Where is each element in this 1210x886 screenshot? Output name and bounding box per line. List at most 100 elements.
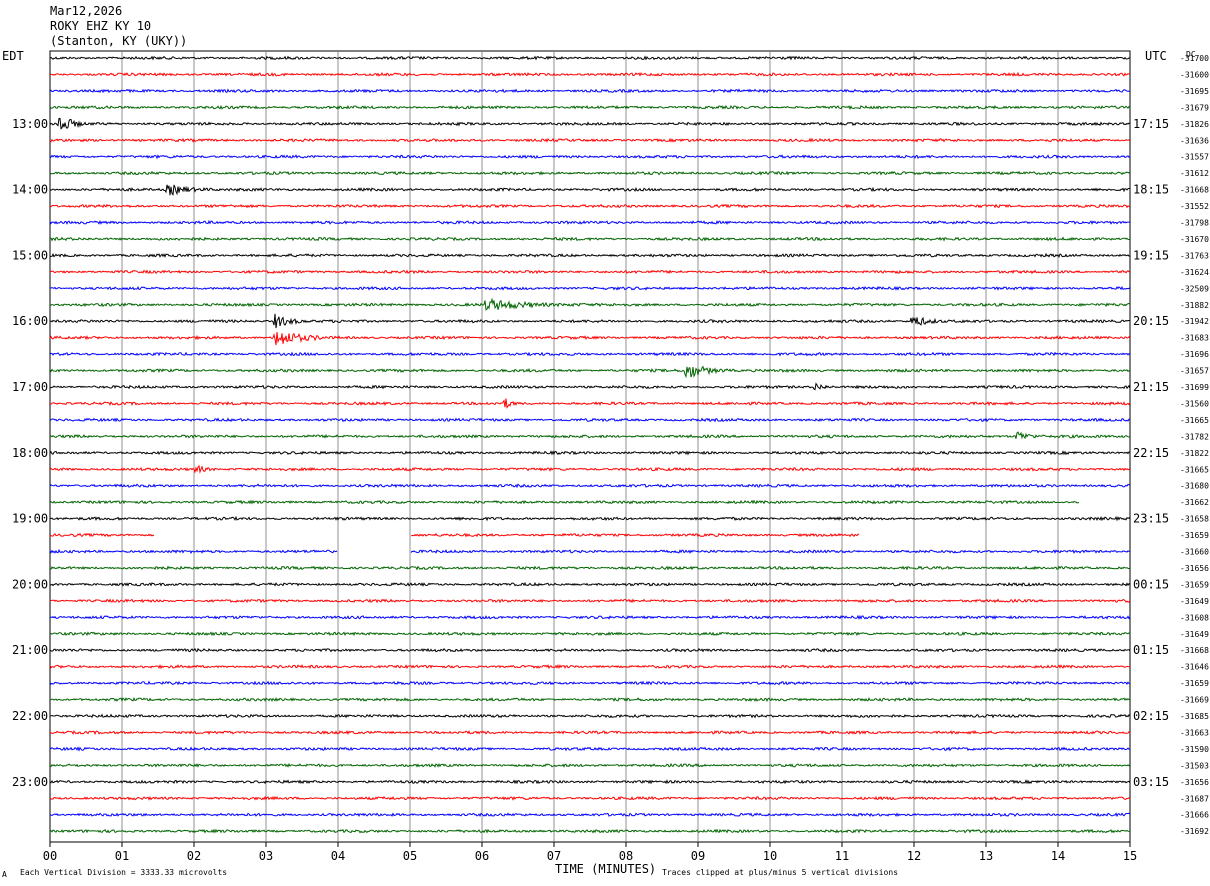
right-hour-label: 03:15 <box>1133 775 1169 789</box>
dc-offset-label: -31503 <box>1180 761 1209 770</box>
dc-offset-label: -31600 <box>1180 70 1209 79</box>
seismic-trace <box>49 71 1131 77</box>
dc-offset-label: -31826 <box>1180 120 1209 129</box>
seismic-trace <box>49 680 1131 686</box>
x-tick-label: 10 <box>763 849 777 863</box>
seismic-trace <box>49 184 1130 196</box>
dc-offset-label: -31699 <box>1180 383 1209 392</box>
seismic-trace <box>49 417 1131 423</box>
dc-offset-label: -31763 <box>1180 251 1209 260</box>
dc-offset-label: -31646 <box>1180 663 1209 672</box>
dc-offset-label: -31685 <box>1180 712 1209 721</box>
dc-offset-label: -31552 <box>1180 202 1209 211</box>
seismic-trace <box>49 713 1131 719</box>
seismic-trace <box>49 331 1131 346</box>
left-hour-label: 22:00 <box>12 709 48 723</box>
x-tick-label: 06 <box>475 849 489 863</box>
x-tick-label: 11 <box>835 849 849 863</box>
left-hour-label: 19:00 <box>12 512 48 526</box>
dc-offset-label: -31659 <box>1180 531 1209 540</box>
seismic-trace <box>49 746 1131 752</box>
seismic-trace <box>49 203 1131 209</box>
right-hour-label: 23:15 <box>1133 512 1169 526</box>
dc-offset-label: -31696 <box>1180 350 1209 359</box>
seismic-trace <box>49 297 1131 311</box>
x-tick-label: 00 <box>43 849 57 863</box>
seismic-trace <box>49 631 1131 637</box>
seismic-trace <box>49 581 1131 588</box>
seismic-trace <box>49 779 1131 785</box>
left-hour-label: 21:00 <box>12 643 48 657</box>
seismic-trace <box>49 647 1131 653</box>
dc-offset-label: -31692 <box>1180 827 1209 836</box>
seismic-trace <box>49 464 1131 474</box>
seismic-trace <box>49 664 1131 670</box>
x-tick-label: 05 <box>403 849 417 863</box>
right-hour-label: 00:15 <box>1133 577 1169 591</box>
x-tick-label: 09 <box>691 849 705 863</box>
dc-offset-label: -31659 <box>1180 580 1209 589</box>
seismic-trace <box>49 55 1131 61</box>
seismic-trace <box>49 252 1131 259</box>
dc-offset-label: -31612 <box>1180 169 1209 178</box>
dc-offset-label: -31700 <box>1180 54 1209 63</box>
corner-mark: A <box>2 870 7 879</box>
dc-offset-label: -31608 <box>1180 613 1209 622</box>
dc-offset-label: -31649 <box>1180 597 1209 606</box>
dc-offset-label: -31668 <box>1180 186 1209 195</box>
dc-offset-label: -31882 <box>1180 301 1209 310</box>
dc-offset-label: -31663 <box>1180 728 1209 737</box>
dc-offset-label: -31557 <box>1180 153 1209 162</box>
x-tick-label: 14 <box>1051 849 1065 863</box>
seismic-trace <box>49 548 1131 555</box>
left-hour-label: 16:00 <box>12 314 48 328</box>
right-hour-label: 20:15 <box>1133 314 1169 328</box>
left-hour-label: 23:00 <box>12 775 48 789</box>
seismic-trace <box>49 382 1131 391</box>
left-hour-label: 18:00 <box>12 446 48 460</box>
x-tick-label: 04 <box>331 849 345 863</box>
seismic-trace <box>49 828 1131 834</box>
dc-offset-label: -31659 <box>1180 679 1209 688</box>
left-hour-label: 14:00 <box>12 183 48 197</box>
left-hour-label: 20:00 <box>12 577 48 591</box>
dc-offset-label: -31560 <box>1180 399 1209 408</box>
seismic-trace <box>49 499 1080 505</box>
x-axis-title: TIME (MINUTES) <box>555 862 657 876</box>
x-tick-label: 15 <box>1123 849 1137 863</box>
seismic-trace <box>49 104 1131 110</box>
seismic-trace <box>49 154 1131 160</box>
dc-offset-label: -32509 <box>1180 284 1209 293</box>
seismic-trace <box>49 431 1131 440</box>
right-hour-label: 22:15 <box>1133 446 1169 460</box>
right-hour-label: 18:15 <box>1133 183 1169 197</box>
dc-offset-label: -31649 <box>1180 630 1209 639</box>
dc-offset-label: -31590 <box>1180 745 1209 754</box>
dc-offset-label: -31942 <box>1180 317 1209 326</box>
x-tick-label: 01 <box>115 849 129 863</box>
helicorder-plot: 00 01 02 03 04 05 06 07 08 09 10 11 12 13 14 15 -31700 -3… <box>12 50 1209 863</box>
seismic-trace <box>49 365 1131 379</box>
left-hour-label: 17:00 <box>12 380 48 394</box>
seismic-trace <box>49 565 1131 571</box>
seismic-trace <box>50 515 1131 522</box>
dc-offset-label: -31670 <box>1180 235 1209 244</box>
seismic-trace <box>49 398 1131 409</box>
seismic-trace <box>49 117 1131 130</box>
dc-offset-label: -31669 <box>1180 696 1209 705</box>
seismic-trace <box>49 236 1131 242</box>
left-hour-label: 13:00 <box>12 117 48 131</box>
seismic-trace <box>49 285 1131 291</box>
x-tick-label: 07 <box>547 849 561 863</box>
seismic-trace <box>49 269 1131 275</box>
seismic-trace <box>49 762 1131 768</box>
seismic-trace <box>49 614 1131 620</box>
dc-offset-label: -31695 <box>1180 87 1209 96</box>
x-tick-label: 02 <box>187 849 201 863</box>
seismic-trace <box>49 812 1131 818</box>
division-note: Each Vertical Division = 3333.33 microvo… <box>20 868 228 877</box>
right-hour-label: 21:15 <box>1133 380 1169 394</box>
dc-offset-label: -31665 <box>1180 416 1209 425</box>
seismic-trace <box>49 313 1131 329</box>
seismic-trace <box>49 137 1131 143</box>
